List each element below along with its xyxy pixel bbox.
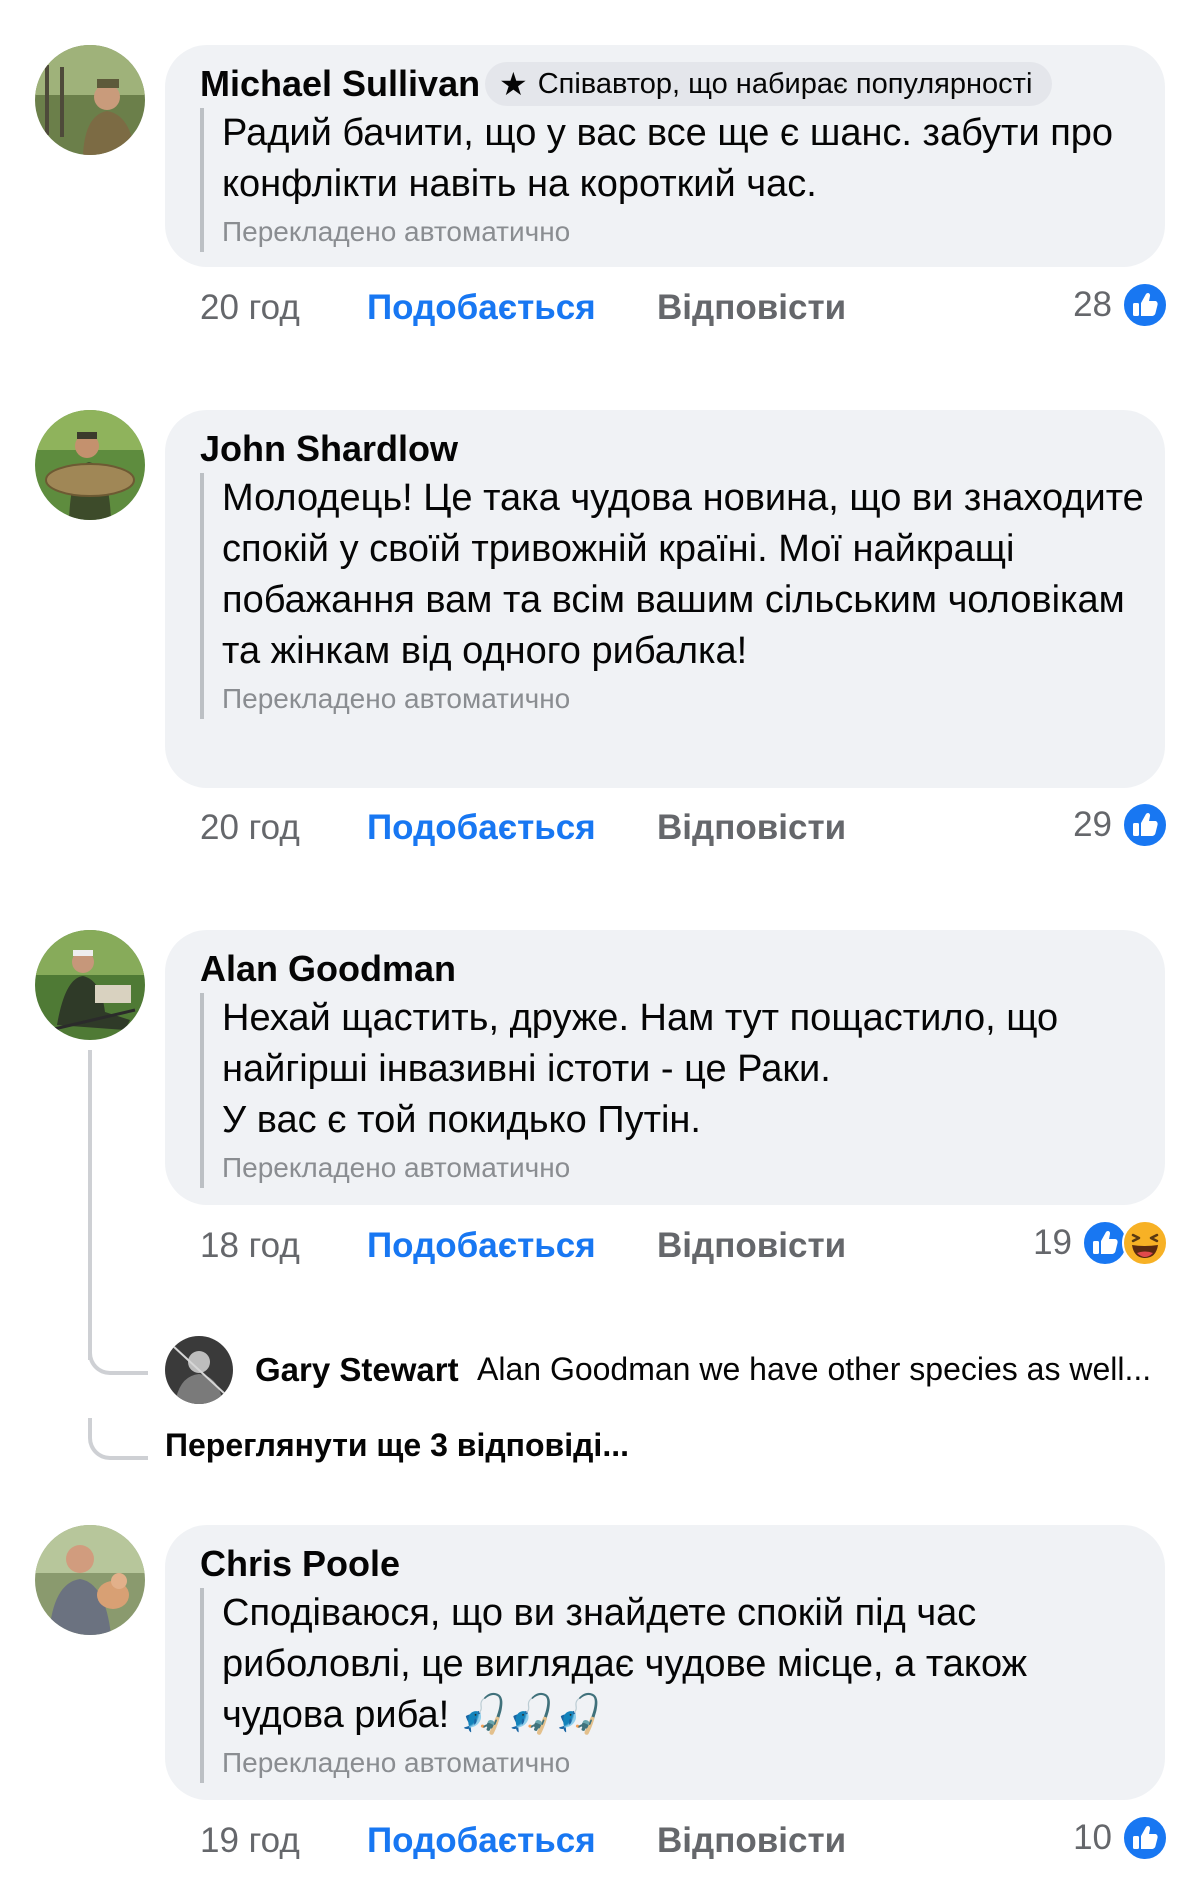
reply-author[interactable]: Gary Stewart xyxy=(255,1351,459,1389)
reply-preview[interactable]: Gary Stewart Alan Goodman we have other … xyxy=(165,1336,1165,1406)
comment-text: Сподіваюся, що ви знайдете спокій під ча… xyxy=(222,1588,1135,1741)
reaction-count: 19 xyxy=(1033,1223,1072,1262)
comment-author[interactable]: Alan Goodman xyxy=(200,948,456,990)
avatar[interactable] xyxy=(35,930,145,1040)
comment-text: Молодець! Це така чудова новина, що ви з… xyxy=(222,477,1144,672)
reaction-summary[interactable]: 10 xyxy=(1073,1815,1168,1861)
reaction-count: 29 xyxy=(1073,805,1112,844)
like-icon xyxy=(1122,282,1168,328)
like-icon xyxy=(1122,1815,1168,1861)
avatar[interactable] xyxy=(35,1525,145,1635)
comment-body: Сподіваюся, що ви знайдете спокій під ча… xyxy=(200,1588,1135,1783)
reply-avatar-image xyxy=(165,1336,233,1404)
contributor-badge[interactable]: ★ Співавтор, що набирає популярності xyxy=(485,62,1053,106)
thread-line xyxy=(88,1050,92,1360)
reply-button[interactable]: Відповісти xyxy=(657,288,846,328)
like-button[interactable]: Подобається xyxy=(367,1226,596,1266)
avatar-image xyxy=(35,45,145,155)
translated-note[interactable]: Перекладено автоматично xyxy=(222,679,1150,719)
like-icon xyxy=(1122,802,1168,848)
comment-time[interactable]: 20 год xyxy=(200,808,300,848)
translated-note[interactable]: Перекладено автоматично xyxy=(222,1743,1135,1783)
view-more-replies[interactable]: Переглянути ще 3 відповіді... xyxy=(165,1427,629,1464)
comment-body: Нехай щастить, друже. Нам тут пощастило,… xyxy=(200,993,1150,1188)
comment-text: Радий бачити, що у вас все ще є шанс. за… xyxy=(222,112,1114,205)
reaction-summary[interactable]: 29 xyxy=(1073,802,1168,848)
comment-actions: 18 год Подобається Відповісти 19 xyxy=(200,1220,1168,1270)
comment-text-content: Сподіваюся, що ви знайдете спокій під ча… xyxy=(222,1592,1028,1736)
reaction-summary[interactable]: 28 xyxy=(1073,282,1168,328)
reply-button[interactable]: Відповісти xyxy=(657,808,846,848)
avatar-image xyxy=(35,930,145,1040)
comment-text-line: Нехай щастить, друже. Нам тут пощастило,… xyxy=(222,997,1059,1090)
reply-text: Alan Goodman we have other species as we… xyxy=(477,1351,1152,1387)
comment-actions: 19 год Подобається Відповісти 10 xyxy=(200,1815,1168,1865)
comment-text-line: У вас є той покидько Путін. xyxy=(222,1099,701,1141)
comment-bubble: Michael Sullivan ★ Співавтор, що набирає… xyxy=(165,45,1165,267)
badge-label: Співавтор, що набирає популярності xyxy=(537,67,1033,100)
reply-button[interactable]: Відповісти xyxy=(657,1226,846,1266)
reply-button[interactable]: Відповісти xyxy=(657,1821,846,1861)
like-button[interactable]: Подобається xyxy=(367,1821,596,1861)
avatar[interactable] xyxy=(35,45,145,155)
comment-bubble: John Shardlow Молодець! Це така чудова н… xyxy=(165,410,1165,788)
translated-note[interactable]: Перекладено автоматично xyxy=(222,212,1130,252)
avatar-image xyxy=(35,410,145,520)
reaction-count: 10 xyxy=(1073,1818,1112,1857)
comment-bubble: Chris Poole Сподіваюся, що ви знайдете с… xyxy=(165,1525,1165,1800)
reaction-summary[interactable]: 19 xyxy=(1033,1220,1168,1266)
comment-bubble: Alan Goodman Нехай щастить, друже. Нам т… xyxy=(165,930,1165,1205)
like-button[interactable]: Подобається xyxy=(367,808,596,848)
thread-connector xyxy=(88,1418,148,1460)
comment-actions: 20 год Подобається Відповісти 28 xyxy=(200,282,1168,332)
comment-author[interactable]: Chris Poole xyxy=(200,1543,400,1585)
comment-author[interactable]: John Shardlow xyxy=(200,428,458,470)
comment-time[interactable]: 19 год xyxy=(200,1821,300,1861)
fishing-pole-icon: 🎣🎣🎣 xyxy=(459,1694,602,1736)
reply-avatar[interactable] xyxy=(165,1336,233,1404)
avatar[interactable] xyxy=(35,410,145,520)
star-icon: ★ xyxy=(499,66,528,102)
comment-body: Молодець! Це така чудова новина, що ви з… xyxy=(200,473,1150,719)
avatar-image xyxy=(35,1525,145,1635)
translated-note[interactable]: Перекладено автоматично xyxy=(222,1148,1150,1188)
like-button[interactable]: Подобається xyxy=(367,288,596,328)
comment-author[interactable]: Michael Sullivan xyxy=(200,63,480,105)
thread-connector xyxy=(88,1335,148,1375)
haha-icon xyxy=(1122,1220,1168,1266)
comment-body: Радий бачити, що у вас все ще є шанс. за… xyxy=(200,108,1130,252)
comment-time[interactable]: 18 год xyxy=(200,1226,300,1266)
comment-time[interactable]: 20 год xyxy=(200,288,300,328)
comment-actions: 20 год Подобається Відповісти 29 xyxy=(200,802,1168,852)
reaction-count: 28 xyxy=(1073,285,1112,324)
